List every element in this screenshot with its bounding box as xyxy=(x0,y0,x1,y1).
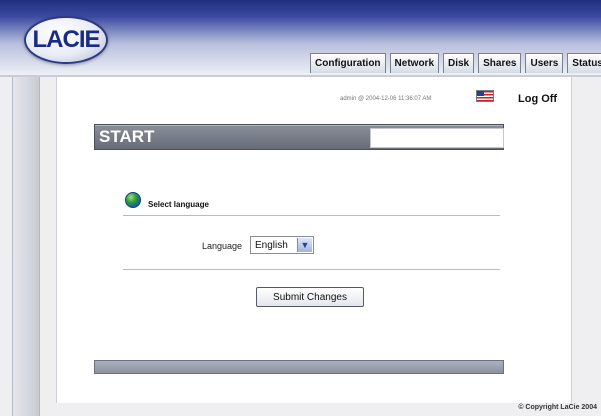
section-divider xyxy=(123,215,500,216)
left-rail xyxy=(12,77,40,416)
session-info: admin @ 2004-12-06 11:36:07 AM xyxy=(340,96,432,102)
page-title: START xyxy=(99,127,155,146)
language-select[interactable]: English ▼ xyxy=(250,236,314,254)
logoff-link[interactable]: Log Off xyxy=(518,93,557,105)
tab-configuration[interactable]: Configuration xyxy=(310,53,386,73)
submit-changes-button[interactable]: Submit Changes xyxy=(256,287,364,307)
section-title: Select language xyxy=(148,200,209,209)
language-label: Language xyxy=(202,241,243,251)
lacie-logo[interactable]: LACIE xyxy=(24,16,108,64)
language-select-value: English xyxy=(255,239,288,251)
app-header: LACIE Configuration Network Disk Shares … xyxy=(0,0,601,75)
tab-status[interactable]: Status xyxy=(567,53,601,73)
globe-icon xyxy=(125,192,141,208)
copyright-text: © Copyright LaCie 2004 xyxy=(518,404,597,411)
tab-network[interactable]: Network xyxy=(389,53,439,73)
form-divider xyxy=(123,269,500,270)
logo-text: LACIE xyxy=(32,26,101,53)
tab-users[interactable]: Users xyxy=(525,53,564,73)
chevron-down-icon[interactable]: ▼ xyxy=(297,238,312,252)
page-title-bar: START xyxy=(94,124,504,150)
bottom-bar xyxy=(94,360,504,374)
tab-shares[interactable]: Shares xyxy=(478,53,522,73)
us-flag-icon[interactable] xyxy=(476,90,494,102)
main-nav-tabs: Configuration Network Disk Shares Users … xyxy=(310,53,601,74)
tab-disk[interactable]: Disk xyxy=(443,53,475,73)
